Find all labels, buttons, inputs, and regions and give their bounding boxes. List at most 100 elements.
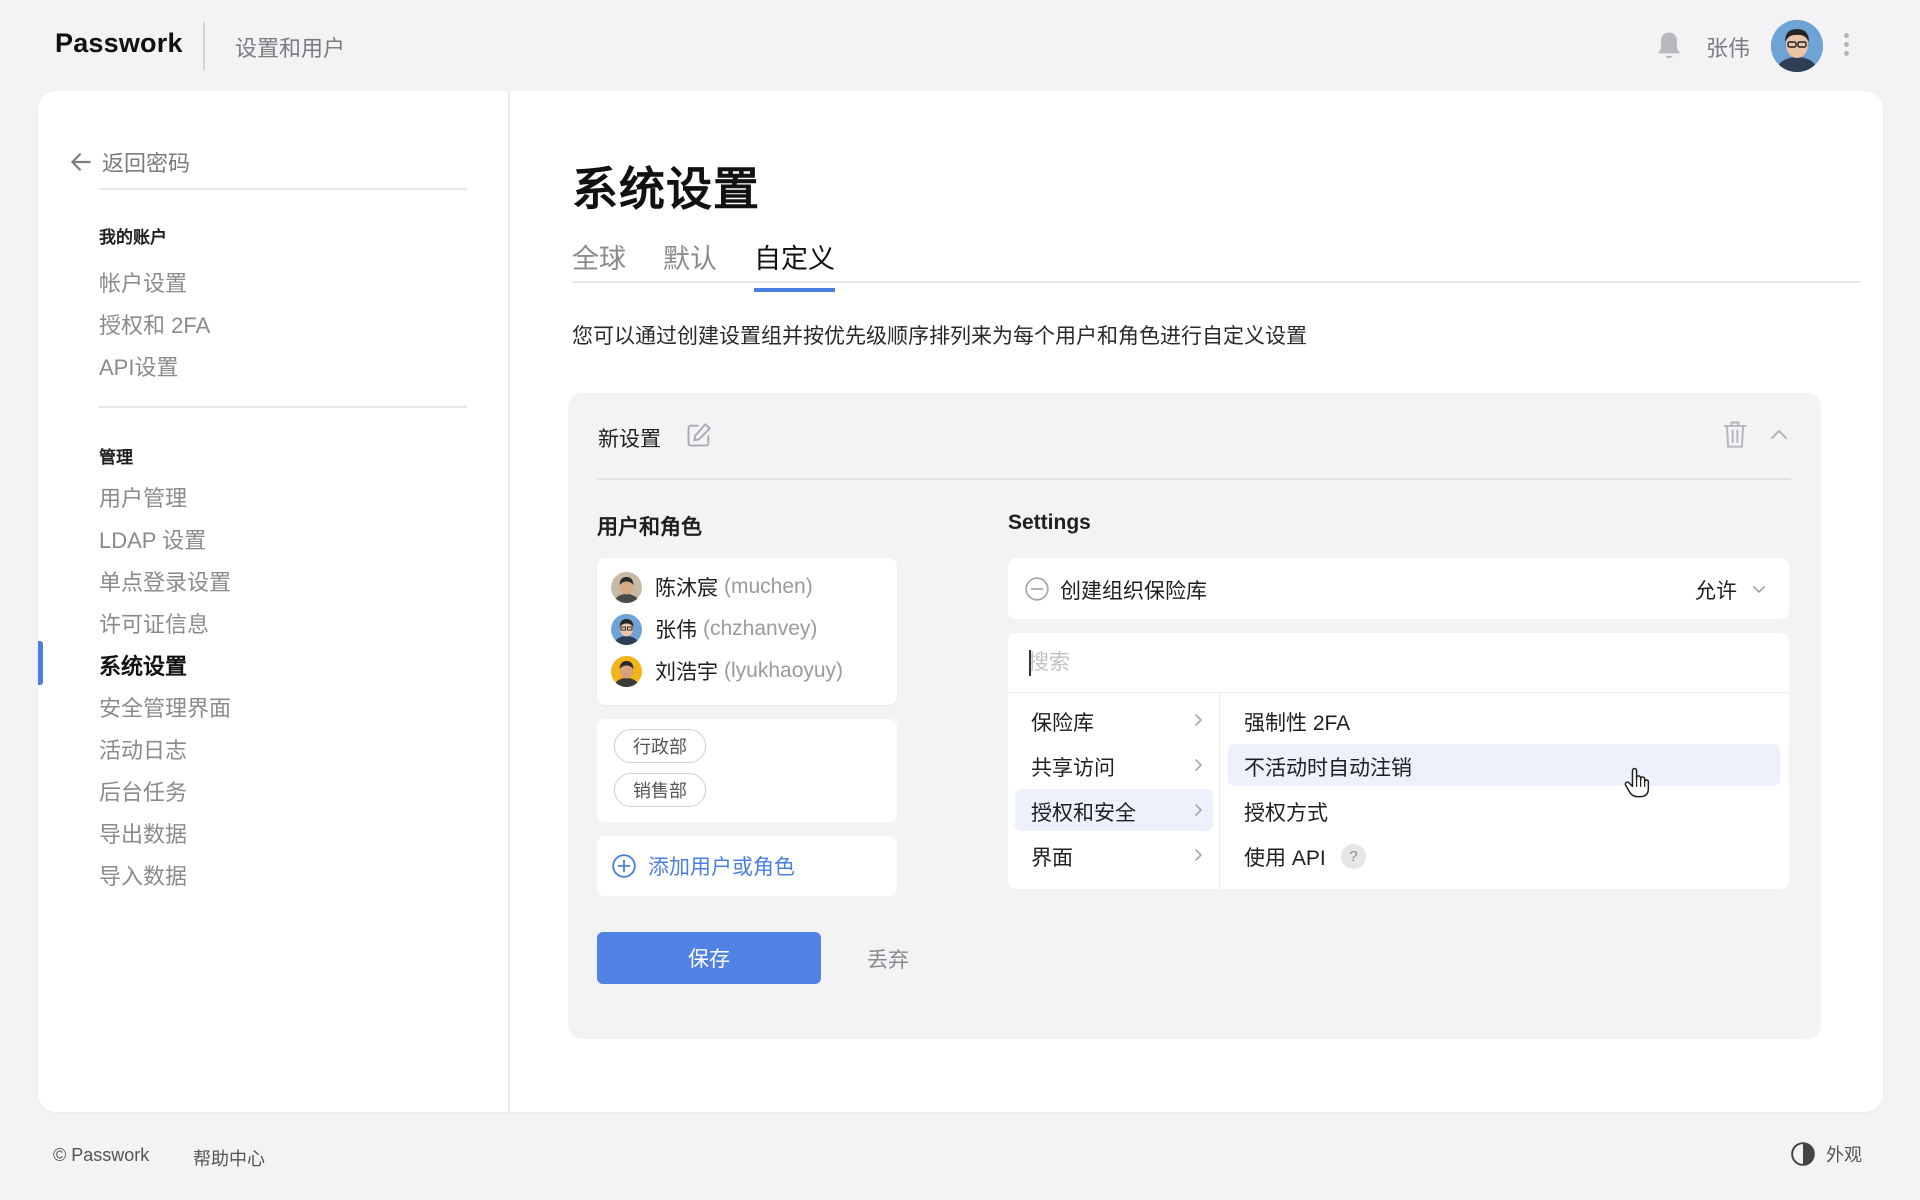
- user-login: (muchen): [724, 575, 813, 598]
- sidebar-item-import-data[interactable]: 导入数据: [99, 859, 187, 891]
- setting-value-select[interactable]: 允许: [1695, 575, 1737, 605]
- sidebar-item-background-tasks[interactable]: 后台任务: [99, 775, 187, 807]
- sidebar-item-sso[interactable]: 单点登录设置: [99, 565, 231, 597]
- list-item-user[interactable]: 张伟 (chzhanvey): [611, 612, 817, 646]
- roles-list: 行政部 销售部: [597, 719, 897, 822]
- chevron-down-icon[interactable]: [1750, 580, 1768, 598]
- sidebar-item-export-data[interactable]: 导出数据: [99, 817, 187, 849]
- text-caret: [1029, 650, 1031, 676]
- user-login: (lyukhaoyuy): [724, 659, 844, 682]
- users-list: 陈沐宸 (muchen) 张伟 (chzhanvey) 刘浩宇 (lyukhao…: [597, 558, 897, 705]
- tab-custom[interactable]: 自定义: [754, 237, 835, 292]
- bell-icon[interactable]: [1654, 30, 1684, 62]
- sidebar: 返回密码 我的账户 帐户设置 授权和 2FA API设置 管理 用户管理 LDA…: [38, 91, 510, 1112]
- user-login: (chzhanvey): [703, 617, 818, 640]
- option-label: 强制性 2FA: [1244, 712, 1351, 735]
- category-list: 保险库 共享访问 授权和安全 界面: [1008, 693, 1220, 889]
- category-shared-access[interactable]: 共享访问: [1015, 744, 1213, 786]
- remove-setting-icon[interactable]: [1024, 576, 1050, 602]
- sidebar-item-user-management[interactable]: 用户管理: [99, 481, 187, 513]
- sidebar-item-security-dashboard[interactable]: 安全管理界面: [99, 691, 231, 723]
- user-name: 陈沐宸: [655, 577, 718, 600]
- current-user-name[interactable]: 张伟: [1706, 31, 1750, 63]
- top-bar: Passwork 设置和用户 张伟: [0, 0, 1920, 92]
- user-name: 刘浩宇: [655, 661, 718, 684]
- chevron-right-icon: [1195, 804, 1202, 816]
- topbar-section-title: 设置和用户: [235, 36, 346, 61]
- setting-row: 创建组织保险库 允许: [1008, 558, 1789, 619]
- settings-group-name: 新设置: [598, 428, 661, 451]
- role-chip[interactable]: 行政部: [614, 729, 706, 763]
- user-name: 张伟: [655, 619, 697, 642]
- arrow-left-icon: [71, 153, 91, 171]
- picker-search: [1008, 633, 1789, 693]
- list-item-user[interactable]: 刘浩宇 (lyukhaoyuy): [611, 654, 843, 688]
- option-auth-method[interactable]: 授权方式: [1228, 789, 1780, 831]
- category-auth-security[interactable]: 授权和安全: [1015, 789, 1213, 831]
- setting-label: 创建组织保险库: [1060, 580, 1207, 603]
- appearance-toggle[interactable]: 外观: [1790, 1141, 1862, 1167]
- setting-picker-dropdown: 保险库 共享访问 授权和安全 界面 强制性 2FA: [1008, 633, 1789, 889]
- topbar-divider: [203, 22, 205, 70]
- add-user-or-role-button[interactable]: 添加用户或角色: [597, 836, 897, 896]
- category-label: 界面: [1031, 847, 1073, 870]
- option-label: 使用 API: [1244, 847, 1326, 870]
- back-link-label: 返回密码: [102, 151, 191, 176]
- kebab-menu-icon[interactable]: [1836, 30, 1856, 62]
- users-roles-heading: 用户和角色: [597, 516, 702, 539]
- footer-help-link[interactable]: 帮助中心: [193, 1145, 265, 1171]
- sidebar-item-ldap[interactable]: LDAP 设置: [99, 523, 206, 555]
- list-item-user[interactable]: 陈沐宸 (muchen): [611, 570, 813, 604]
- sidebar-item-system-settings[interactable]: 系统设置: [99, 649, 187, 681]
- avatar: [611, 571, 642, 603]
- search-input[interactable]: [1028, 647, 1768, 679]
- category-interface[interactable]: 界面: [1015, 834, 1213, 876]
- option-auto-logout[interactable]: 不活动时自动注销: [1228, 744, 1780, 798]
- chevron-right-icon: [1195, 714, 1202, 726]
- edit-icon[interactable]: [685, 421, 713, 449]
- avatar: [611, 655, 642, 687]
- sidebar-heading-account: 我的账户: [99, 228, 167, 247]
- category-label: 共享访问: [1031, 757, 1115, 780]
- save-button[interactable]: 保存: [597, 932, 821, 984]
- settings-heading: Settings: [1008, 511, 1091, 534]
- sidebar-heading-admin: 管理: [99, 448, 133, 467]
- help-icon[interactable]: ?: [1341, 844, 1366, 869]
- plus-circle-icon: [612, 854, 636, 878]
- tab-default[interactable]: 默认: [663, 237, 717, 288]
- sidebar-item-license[interactable]: 许可证信息: [99, 607, 209, 639]
- add-user-or-role-label: 添加用户或角色: [648, 856, 795, 879]
- main-card: 返回密码 我的账户 帐户设置 授权和 2FA API设置 管理 用户管理 LDA…: [38, 91, 1883, 1112]
- tab-bar: 全球 默认 自定义: [572, 237, 1861, 292]
- page-title: 系统设置: [572, 163, 760, 215]
- sidebar-divider: [99, 188, 467, 190]
- tab-global[interactable]: 全球: [572, 237, 626, 288]
- chevron-up-icon[interactable]: [1767, 423, 1791, 447]
- chevron-right-icon: [1195, 759, 1202, 771]
- appearance-label: 外观: [1826, 1145, 1862, 1165]
- page-description: 您可以通过创建设置组并按优先级顺序排列来为每个用户和角色进行自定义设置: [572, 325, 1307, 348]
- sidebar-item-activity-log[interactable]: 活动日志: [99, 733, 187, 765]
- chevron-right-icon: [1195, 849, 1202, 861]
- discard-button[interactable]: 丢弃: [867, 944, 909, 974]
- option-mandatory-2fa[interactable]: 强制性 2FA: [1228, 699, 1780, 741]
- sidebar-item-auth-2fa[interactable]: 授权和 2FA: [99, 308, 210, 340]
- trash-icon[interactable]: [1721, 419, 1749, 449]
- category-label: 授权和安全: [1031, 802, 1136, 825]
- settings-group-panel: 新设置 用户和角色 陈沐宸 (muchen) 张伟 (chzhanvey) 刘浩…: [568, 393, 1821, 1039]
- sidebar-item-api-settings[interactable]: API设置: [99, 350, 178, 382]
- option-use-api[interactable]: 使用 API ?: [1228, 834, 1780, 876]
- category-vaults[interactable]: 保险库: [1015, 699, 1213, 741]
- option-label: 不活动时自动注销: [1244, 757, 1412, 780]
- footer-copyright: © Passwork: [53, 1145, 150, 1165]
- avatar[interactable]: [1771, 20, 1823, 72]
- avatar: [611, 613, 642, 645]
- brand-logo[interactable]: Passwork: [55, 28, 183, 59]
- category-label: 保险库: [1031, 712, 1094, 735]
- panel-divider: [597, 478, 1791, 480]
- role-chip[interactable]: 销售部: [614, 773, 706, 807]
- sidebar-active-indicator: [38, 641, 43, 685]
- contrast-icon: [1791, 1142, 1815, 1166]
- back-to-passwords-link[interactable]: 返回密码: [68, 145, 190, 179]
- sidebar-item-account-settings[interactable]: 帐户设置: [99, 266, 187, 298]
